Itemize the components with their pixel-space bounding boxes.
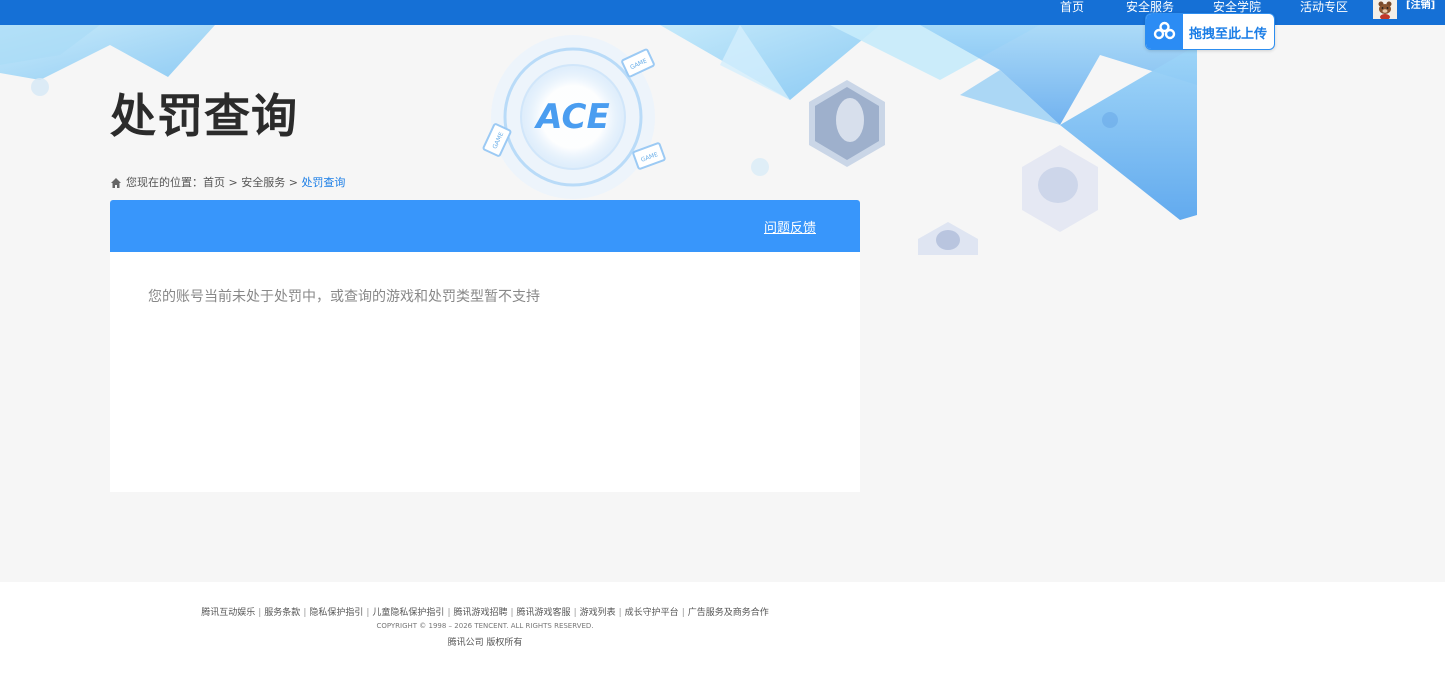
footer-link-terms[interactable]: 服务条款 bbox=[264, 608, 300, 618]
feedback-link[interactable]: 问题反馈 bbox=[764, 217, 816, 236]
footer-link-tencent-games[interactable]: 腾讯互动娱乐 bbox=[201, 608, 255, 618]
footer-separator: | bbox=[573, 608, 577, 618]
breadcrumb: 您现在的位置：首页 > 安全服务 > 处罚查询 bbox=[110, 175, 345, 191]
user-avatar[interactable] bbox=[1373, 0, 1397, 19]
footer-links: 腾讯互动娱乐 | 服务条款 | 隐私保护指引 | 儿童隐私保护指引 | 腾讯游戏招聘 | 腾讯游戏客… bbox=[200, 605, 770, 618]
company-text: 腾讯公司 版权所有 bbox=[447, 638, 523, 648]
footer-separator: | bbox=[366, 608, 370, 618]
footer-link-growth-guard[interactable]: 成长守护平台 bbox=[625, 608, 679, 618]
cloud-upload-icon bbox=[1146, 14, 1183, 49]
svg-text:ACE: ACE bbox=[533, 97, 609, 137]
footer-link-support[interactable]: 腾讯游戏客服 bbox=[517, 608, 571, 618]
breadcrumb-separator: > bbox=[285, 176, 302, 189]
footer-separator: | bbox=[447, 608, 451, 618]
footer-link-game-list[interactable]: 游戏列表 bbox=[580, 608, 616, 618]
breadcrumb-separator: > bbox=[225, 176, 242, 189]
breadcrumb-current: 处罚查询 bbox=[301, 176, 346, 189]
footer-link-careers[interactable]: 腾讯游戏招聘 bbox=[453, 608, 507, 618]
breadcrumb-security-service[interactable]: 安全服务 bbox=[241, 175, 285, 191]
result-card-header: 问题反馈 bbox=[110, 200, 860, 252]
footer-separator: | bbox=[303, 608, 307, 618]
breadcrumb-prefix: 您现在的位置： bbox=[126, 176, 203, 189]
result-card-body: 您的账号当前未处于处罚中，或查询的游戏和处罚类型暂不支持 bbox=[110, 252, 860, 492]
bear-avatar-icon bbox=[1373, 0, 1397, 19]
footer-separator: | bbox=[510, 608, 514, 618]
upload-label: 拖拽至此上传 bbox=[1189, 27, 1268, 42]
page-title: 处罚查询 bbox=[110, 89, 298, 143]
footer-separator: | bbox=[618, 608, 622, 618]
breadcrumb-home[interactable]: 首页 bbox=[203, 175, 225, 191]
footer-separator: | bbox=[681, 608, 685, 618]
upload-drop-zone[interactable]: 拖拽至此上传 bbox=[1145, 13, 1275, 50]
result-message: 您的账号当前未处于处罚中，或查询的游戏和处罚类型暂不支持 bbox=[148, 289, 540, 305]
footer: 腾讯互动娱乐 | 服务条款 | 隐私保护指引 | 儿童隐私保护指引 | 腾讯游戏招聘 | 腾讯游戏客… bbox=[0, 582, 1445, 690]
footer-link-privacy[interactable]: 隐私保护指引 bbox=[309, 608, 363, 618]
footer-link-child-privacy[interactable]: 儿童隐私保护指引 bbox=[372, 608, 444, 618]
footer-link-ads[interactable]: 广告服务及商务合作 bbox=[688, 608, 769, 618]
nav-item-activities[interactable]: 活动专区 bbox=[1300, 0, 1348, 14]
copyright-text: COPYRIGHT © 1998 – 2026 TENCENT. ALL RIG… bbox=[376, 622, 594, 630]
nav-item-security-service[interactable]: 安全服务 bbox=[1126, 0, 1174, 14]
logout-link[interactable]: [注销] bbox=[1406, 0, 1435, 12]
nav-item-home[interactable]: 首页 bbox=[1060, 0, 1084, 14]
home-icon bbox=[111, 178, 121, 188]
nav-item-security-academy[interactable]: 安全学院 bbox=[1213, 0, 1261, 14]
footer-separator: | bbox=[258, 608, 262, 618]
